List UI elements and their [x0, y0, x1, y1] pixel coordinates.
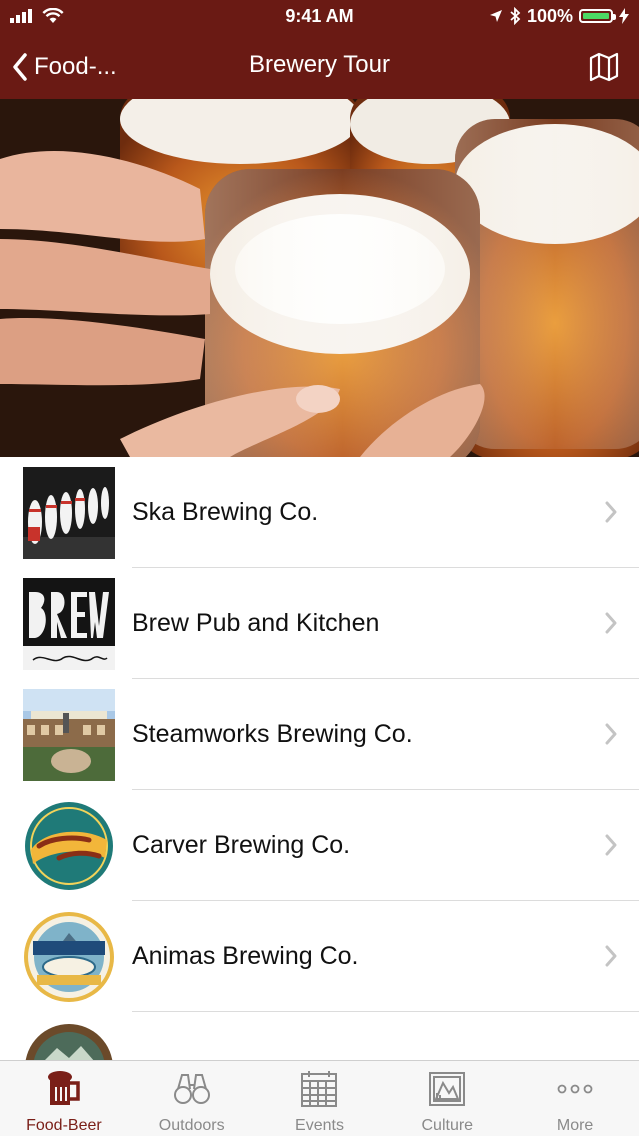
tab-label: Outdoors: [158, 1117, 225, 1134]
brewery-name: Animas Brewing Co.: [132, 942, 359, 970]
list-item[interactable]: Carver Brewing Co.: [0, 790, 639, 901]
beer-toast-illustration: [0, 99, 639, 457]
status-bar: 9:41 AM 100%: [0, 0, 639, 34]
calendar-icon: [301, 1071, 338, 1107]
page-title: Brewery Tour: [249, 51, 390, 78]
more-dots-icon: [557, 1084, 593, 1094]
battery-percent: 100%: [526, 5, 573, 26]
map-icon[interactable]: [589, 52, 619, 82]
battery-icon: [579, 9, 616, 23]
brewery-thumbnail: [23, 1022, 115, 1060]
brewery-thumbnail: [23, 800, 115, 892]
hero-image: [0, 99, 639, 457]
tab-events[interactable]: Events: [256, 1061, 384, 1137]
tab-label: More: [556, 1117, 594, 1134]
animas-brewing-logo: [24, 912, 114, 1002]
tab-label: Events: [295, 1117, 344, 1134]
brewery-thumbnail: [23, 578, 115, 670]
list-item[interactable]: Animas Brewing Co.: [0, 901, 639, 1012]
bluetooth-icon: [510, 7, 521, 25]
brewery-name: Steamworks Brewing Co.: [132, 720, 413, 748]
tab-outdoors[interactable]: Outdoors: [128, 1061, 256, 1137]
list-item[interactable]: Ska Brewing Co.: [0, 457, 639, 568]
chevron-right-icon: [605, 501, 617, 523]
list-item[interactable]: [0, 1012, 639, 1060]
brewery-thumbnail: [23, 467, 115, 559]
bowling-pins-image: [23, 467, 115, 559]
brewery-name: Ska Brewing Co.: [132, 498, 319, 526]
charging-bolt-icon: [619, 8, 629, 24]
tab-bar: Food-Beer Outdoors Events Culture More: [0, 1060, 639, 1136]
list-item[interactable]: Steamworks Brewing Co.: [0, 679, 639, 790]
steamworks-photo: [23, 689, 115, 781]
brew-pub-logo: [23, 578, 115, 670]
brewery-thumbnail: [23, 689, 115, 781]
chevron-right-icon: [605, 612, 617, 634]
brewery-list: Ska Brewing Co. Brew Pub and Kitchen Ste…: [0, 457, 639, 1060]
tab-culture[interactable]: Culture: [383, 1061, 511, 1137]
beer-mug-icon: [47, 1071, 80, 1105]
navigation-bar: Food-... Brewery Tour: [0, 34, 639, 99]
brewery-name: Carver Brewing Co.: [132, 831, 351, 859]
tab-more[interactable]: More: [511, 1061, 639, 1137]
chevron-right-icon: [605, 945, 617, 967]
top-bar: 9:41 AM 100% Food-... Brewery Tour: [0, 0, 639, 99]
tab-label: Food-Beer: [26, 1117, 102, 1134]
brewery-thumbnail: [23, 911, 115, 1003]
tab-food-beer[interactable]: Food-Beer: [0, 1061, 128, 1137]
carver-brewing-logo: [25, 802, 113, 890]
status-right: 100%: [489, 6, 629, 26]
chevron-right-icon: [605, 723, 617, 745]
partial-brewery-logo: [25, 1024, 113, 1060]
chevron-right-icon: [605, 834, 617, 856]
location-arrow-icon: [489, 10, 502, 22]
gallery-icon: [429, 1072, 466, 1106]
list-item[interactable]: Brew Pub and Kitchen: [0, 568, 639, 679]
brewery-name: Brew Pub and Kitchen: [132, 609, 380, 637]
tab-label: Culture: [421, 1117, 474, 1134]
binoculars-icon: [173, 1074, 210, 1104]
